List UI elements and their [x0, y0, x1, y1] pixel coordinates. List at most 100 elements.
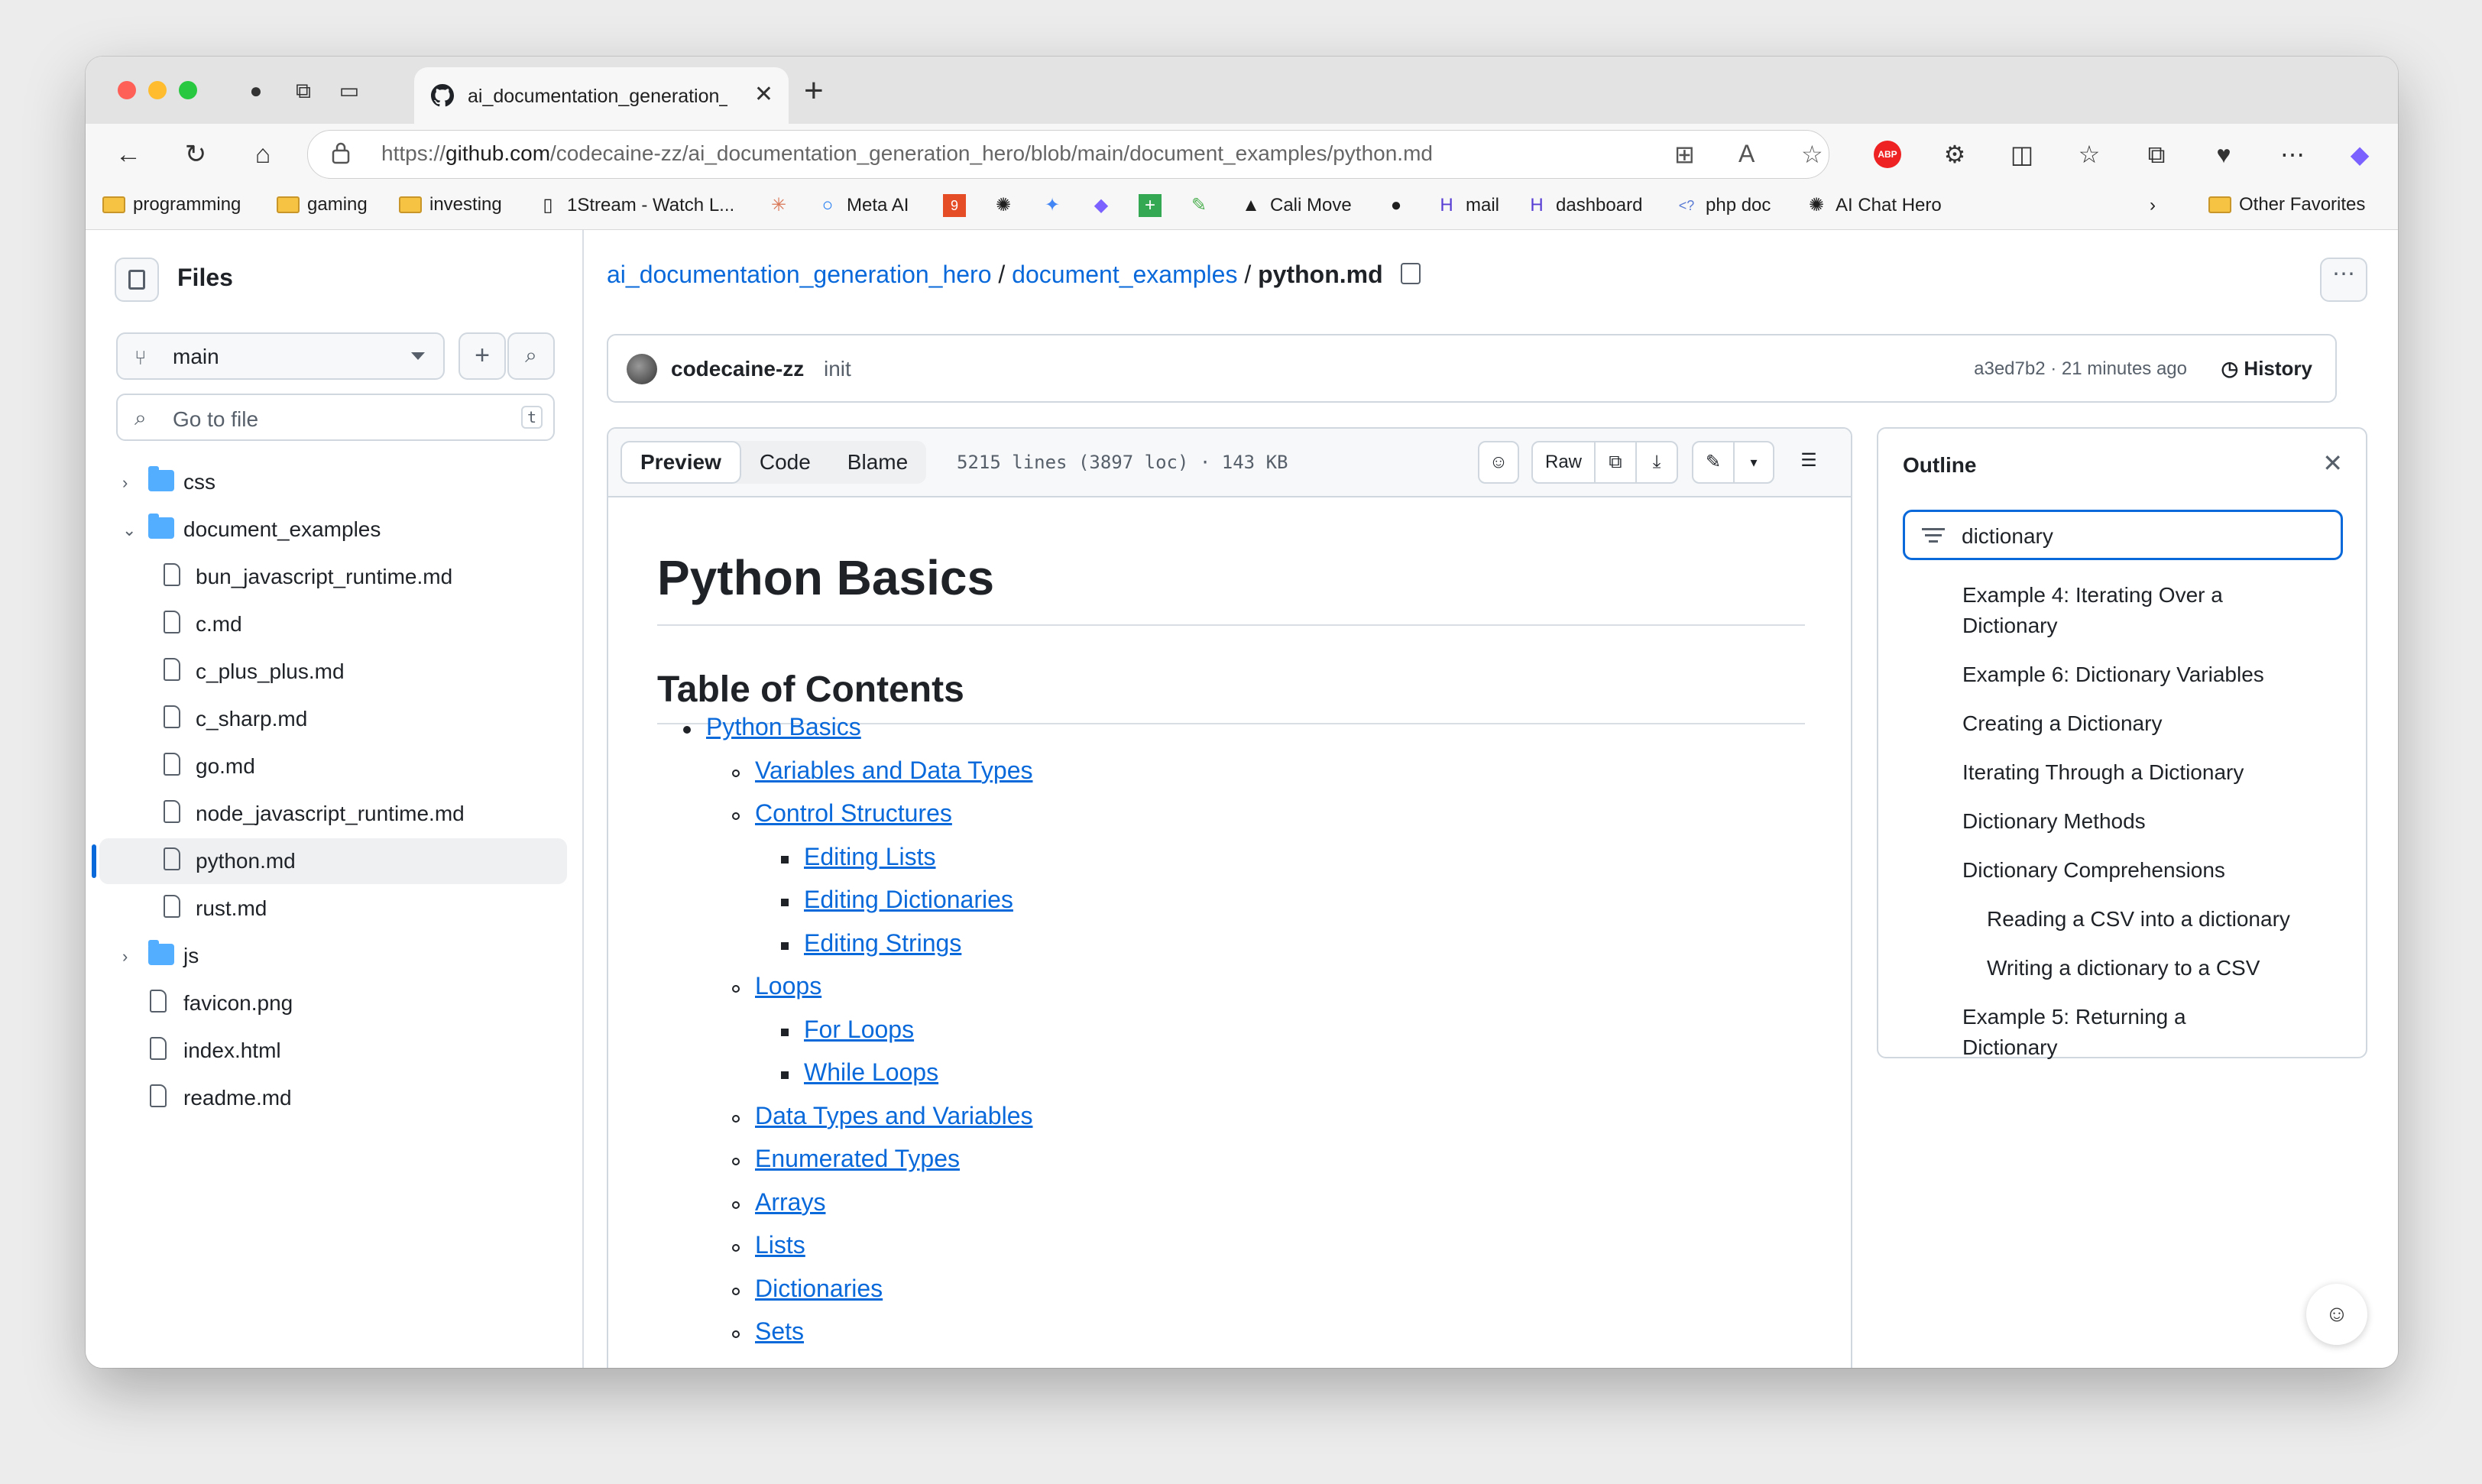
copilot-chat-button[interactable]: ☺: [2306, 1284, 2367, 1345]
bookmark-claude[interactable]: ✳: [767, 194, 790, 217]
extensions-icon[interactable]: ⚙: [1938, 138, 1972, 171]
outline-filter-input[interactable]: dictionary: [1903, 510, 2343, 560]
home-icon[interactable]: ⌂: [246, 138, 280, 171]
bookmark-folder-investing[interactable]: investing: [399, 194, 502, 215]
toc-link[interactable]: Lists: [755, 1231, 805, 1259]
toc-link[interactable]: Dictionaries: [755, 1275, 883, 1303]
more-menu-icon[interactable]: ⋯: [2276, 138, 2309, 171]
zoom-window-button[interactable]: [179, 81, 197, 99]
toc-link[interactable]: Data Types and Variables: [755, 1102, 1032, 1130]
outline-item[interactable]: Dictionary Methods: [1962, 806, 2268, 837]
edit-dropdown-icon[interactable]: ▾: [1733, 441, 1774, 484]
toc-link[interactable]: Editing Strings: [804, 929, 961, 957]
url-text[interactable]: https://github.com/codecaine-zz/ai_docum…: [381, 141, 1433, 166]
history-button[interactable]: ◷ History: [2221, 357, 2313, 381]
chevron-down-icon[interactable]: ⌄: [122, 520, 136, 540]
toc-link[interactable]: Python Basics: [706, 713, 861, 741]
tab-preview[interactable]: Preview: [620, 441, 741, 484]
tree-file[interactable]: readme.md: [99, 1075, 567, 1121]
tree-file[interactable]: go.md: [99, 744, 567, 789]
close-icon[interactable]: ✕: [2322, 449, 2343, 478]
favorite-star-icon[interactable]: ☆: [1801, 140, 1823, 169]
avatar[interactable]: [627, 354, 657, 384]
close-window-button[interactable]: [118, 81, 136, 99]
collections-icon[interactable]: ⧉: [2140, 138, 2173, 171]
tree-folder[interactable]: › css: [99, 459, 567, 505]
outline-item[interactable]: Iterating Through a Dictionary: [1962, 757, 2268, 788]
address-bar[interactable]: https://github.com/codecaine-zz/ai_docum…: [307, 130, 1829, 179]
tree-file[interactable]: rust.md: [99, 886, 567, 932]
app-available-icon[interactable]: ⊞: [1674, 140, 1695, 169]
tab-blame[interactable]: Blame: [829, 441, 926, 484]
tree-file[interactable]: c_plus_plus.md: [99, 649, 567, 695]
commit-message[interactable]: init: [824, 357, 851, 381]
commit-author[interactable]: codecaine-zz: [671, 357, 804, 381]
toc-link[interactable]: Enumerated Types: [755, 1145, 960, 1173]
toc-link[interactable]: Arrays: [755, 1188, 825, 1217]
outline-item[interactable]: Dictionary Comprehensions: [1962, 855, 2268, 886]
copy-path-icon[interactable]: [1400, 263, 1421, 284]
vertical-tabs-icon[interactable]: ▭: [336, 78, 362, 104]
commit-meta[interactable]: a3ed7b2 · 21 minutes ago: [1974, 358, 2187, 380]
bookmark-gemini[interactable]: ✦: [1041, 194, 1064, 217]
bookmark-copilot[interactable]: ◆: [1090, 194, 1113, 217]
breadcrumb-folder[interactable]: document_examples: [1012, 261, 1237, 288]
bookmark-folder-gaming[interactable]: gaming: [277, 194, 368, 215]
bookmark-php-doc[interactable]: <? php doc: [1675, 194, 1771, 217]
outline-item[interactable]: Creating a Dictionary: [1962, 708, 2268, 739]
tree-file[interactable]: favicon.png: [99, 980, 567, 1026]
add-file-button[interactable]: +: [458, 332, 506, 380]
bookmark-mail[interactable]: Hmail: [1435, 194, 1499, 217]
toc-link[interactable]: Editing Dictionaries: [804, 886, 1013, 914]
toc-link[interactable]: Editing Lists: [804, 843, 936, 871]
bookmark-github[interactable]: ●: [1385, 194, 1408, 217]
bookmark-feather[interactable]: ✎: [1188, 194, 1210, 217]
tab-active[interactable]: ai_documentation_generation_hero ✕: [414, 67, 789, 124]
tree-folder[interactable]: › js: [99, 933, 567, 979]
bookmark-sheets[interactable]: +: [1139, 194, 1162, 217]
split-screen-icon[interactable]: ◫: [2005, 138, 2039, 171]
bookmark-openai[interactable]: ✺: [992, 194, 1015, 217]
chevron-right-icon[interactable]: ›: [122, 947, 128, 967]
chevron-right-icon[interactable]: ›: [122, 473, 128, 493]
toc-link[interactable]: While Loops: [804, 1058, 938, 1087]
outline-item[interactable]: Example 5: Returning a Dictionary: [1962, 1002, 2268, 1063]
favorites-icon[interactable]: ☆: [2072, 138, 2106, 171]
bookmark-folder-programming[interactable]: programming: [102, 194, 241, 215]
close-tab-icon[interactable]: ✕: [754, 81, 773, 108]
toc-link[interactable]: For Loops: [804, 1016, 914, 1044]
tab-code[interactable]: Code: [741, 441, 829, 484]
copilot-icon[interactable]: ◆: [2343, 138, 2377, 171]
outline-item[interactable]: Writing a dictionary to a CSV: [1987, 953, 2323, 983]
tree-file[interactable]: index.html: [99, 1028, 567, 1074]
branch-selector[interactable]: ⑂ main: [116, 332, 445, 380]
go-to-file-input[interactable]: ⌕ Go to file t: [116, 394, 555, 441]
outline-item[interactable]: Example 4: Iterating Over a Dictionary: [1962, 580, 2268, 641]
copy-raw-icon[interactable]: ⧉: [1594, 441, 1637, 484]
breadcrumb-repo[interactable]: ai_documentation_generation_hero: [607, 261, 992, 288]
bookmarks-overflow-icon[interactable]: ›: [2141, 194, 2164, 217]
edit-pencil-icon[interactable]: ✎: [1692, 441, 1735, 484]
raw-button[interactable]: Raw: [1531, 441, 1596, 484]
tree-file[interactable]: c_sharp.md: [99, 696, 567, 742]
adblock-icon[interactable]: ABP: [1874, 141, 1901, 168]
workspaces-icon[interactable]: ⧉: [290, 78, 316, 104]
bookmark-1stream[interactable]: ▯ 1Stream - Watch L...: [536, 194, 734, 217]
bookmark-9[interactable]: 9: [943, 194, 966, 217]
read-aloud-icon[interactable]: A: [1738, 140, 1755, 168]
outline-item[interactable]: Reading a CSV into a dictionary: [1987, 904, 2323, 935]
bookmark-cali-move[interactable]: ▲ Cali Move: [1239, 194, 1352, 217]
bookmark-ai-chat-hero[interactable]: ✺ AI Chat Hero: [1805, 194, 1942, 217]
lock-icon[interactable]: [331, 141, 351, 164]
tree-folder[interactable]: ⌄ document_examples: [99, 507, 567, 552]
back-icon[interactable]: ←: [112, 138, 145, 171]
profile-icon[interactable]: ●: [243, 78, 269, 104]
more-options-button[interactable]: ⋯: [2320, 258, 2367, 302]
tree-file[interactable]: bun_javascript_runtime.md: [99, 554, 567, 600]
search-icon[interactable]: ⌕: [507, 332, 555, 380]
tree-file[interactable]: c.md: [99, 601, 567, 647]
tree-file[interactable]: python.md: [92, 838, 567, 884]
other-favorites-folder[interactable]: Other Favorites: [2208, 194, 2365, 215]
refresh-icon[interactable]: ↻: [179, 138, 212, 171]
outline-item[interactable]: Example 6: Dictionary Variables: [1962, 659, 2268, 690]
